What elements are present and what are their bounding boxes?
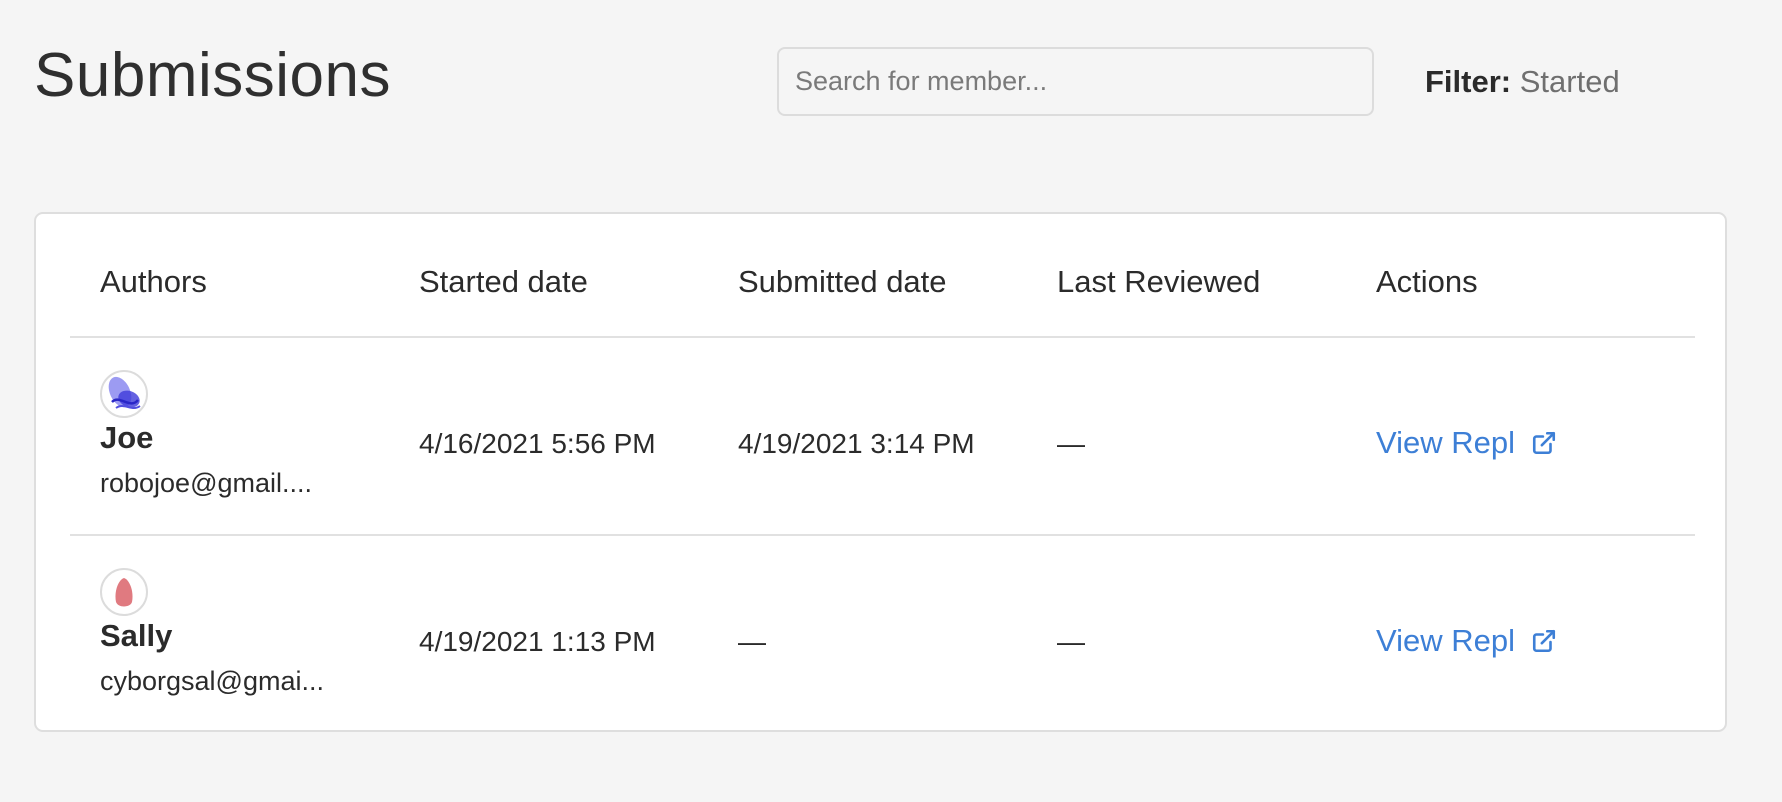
submissions-table: Authors Started date Submitted date Last… bbox=[34, 212, 1727, 732]
column-header-started-date: Started date bbox=[419, 264, 588, 299]
last-reviewed: — bbox=[1057, 428, 1085, 459]
started-date: 4/19/2021 1:13 PM bbox=[419, 626, 656, 657]
filter-value[interactable]: Started bbox=[1520, 64, 1620, 99]
column-header-actions: Actions bbox=[1376, 264, 1478, 299]
column-header-authors: Authors bbox=[100, 264, 207, 299]
external-link-icon bbox=[1532, 431, 1556, 455]
filter-label: Filter: bbox=[1425, 64, 1512, 99]
author-name: Joe bbox=[100, 420, 154, 455]
avatar bbox=[100, 568, 148, 616]
submitted-date: — bbox=[738, 626, 766, 657]
view-repl-link[interactable]: View Repl bbox=[1376, 623, 1557, 659]
author-name: Sally bbox=[100, 618, 173, 653]
table-header: Authors Started date Submitted date Last… bbox=[70, 214, 1695, 338]
table-row: Joe robojoe@gmail.... 4/16/2021 5:56 PM … bbox=[70, 338, 1695, 536]
column-header-last-reviewed: Last Reviewed bbox=[1057, 264, 1261, 299]
author-email: cyborgsal@gmai... bbox=[100, 666, 324, 696]
view-repl-label: View Repl bbox=[1376, 425, 1516, 460]
started-date: 4/16/2021 5:56 PM bbox=[419, 428, 656, 459]
author-email: robojoe@gmail.... bbox=[100, 468, 313, 498]
submitted-date: 4/19/2021 3:14 PM bbox=[738, 428, 975, 459]
last-reviewed: — bbox=[1057, 626, 1085, 657]
filter-control[interactable]: Filter: Started bbox=[1425, 60, 1620, 104]
view-repl-label: View Repl bbox=[1376, 623, 1516, 658]
column-header-submitted-date: Submitted date bbox=[738, 264, 947, 299]
avatar bbox=[100, 370, 148, 418]
search-input[interactable] bbox=[777, 47, 1374, 116]
external-link-icon bbox=[1532, 629, 1556, 653]
view-repl-link[interactable]: View Repl bbox=[1376, 425, 1557, 461]
page-title: Submissions bbox=[34, 41, 391, 110]
table-row: Sally cyborgsal@gmai... 4/19/2021 1:13 P… bbox=[70, 536, 1695, 732]
